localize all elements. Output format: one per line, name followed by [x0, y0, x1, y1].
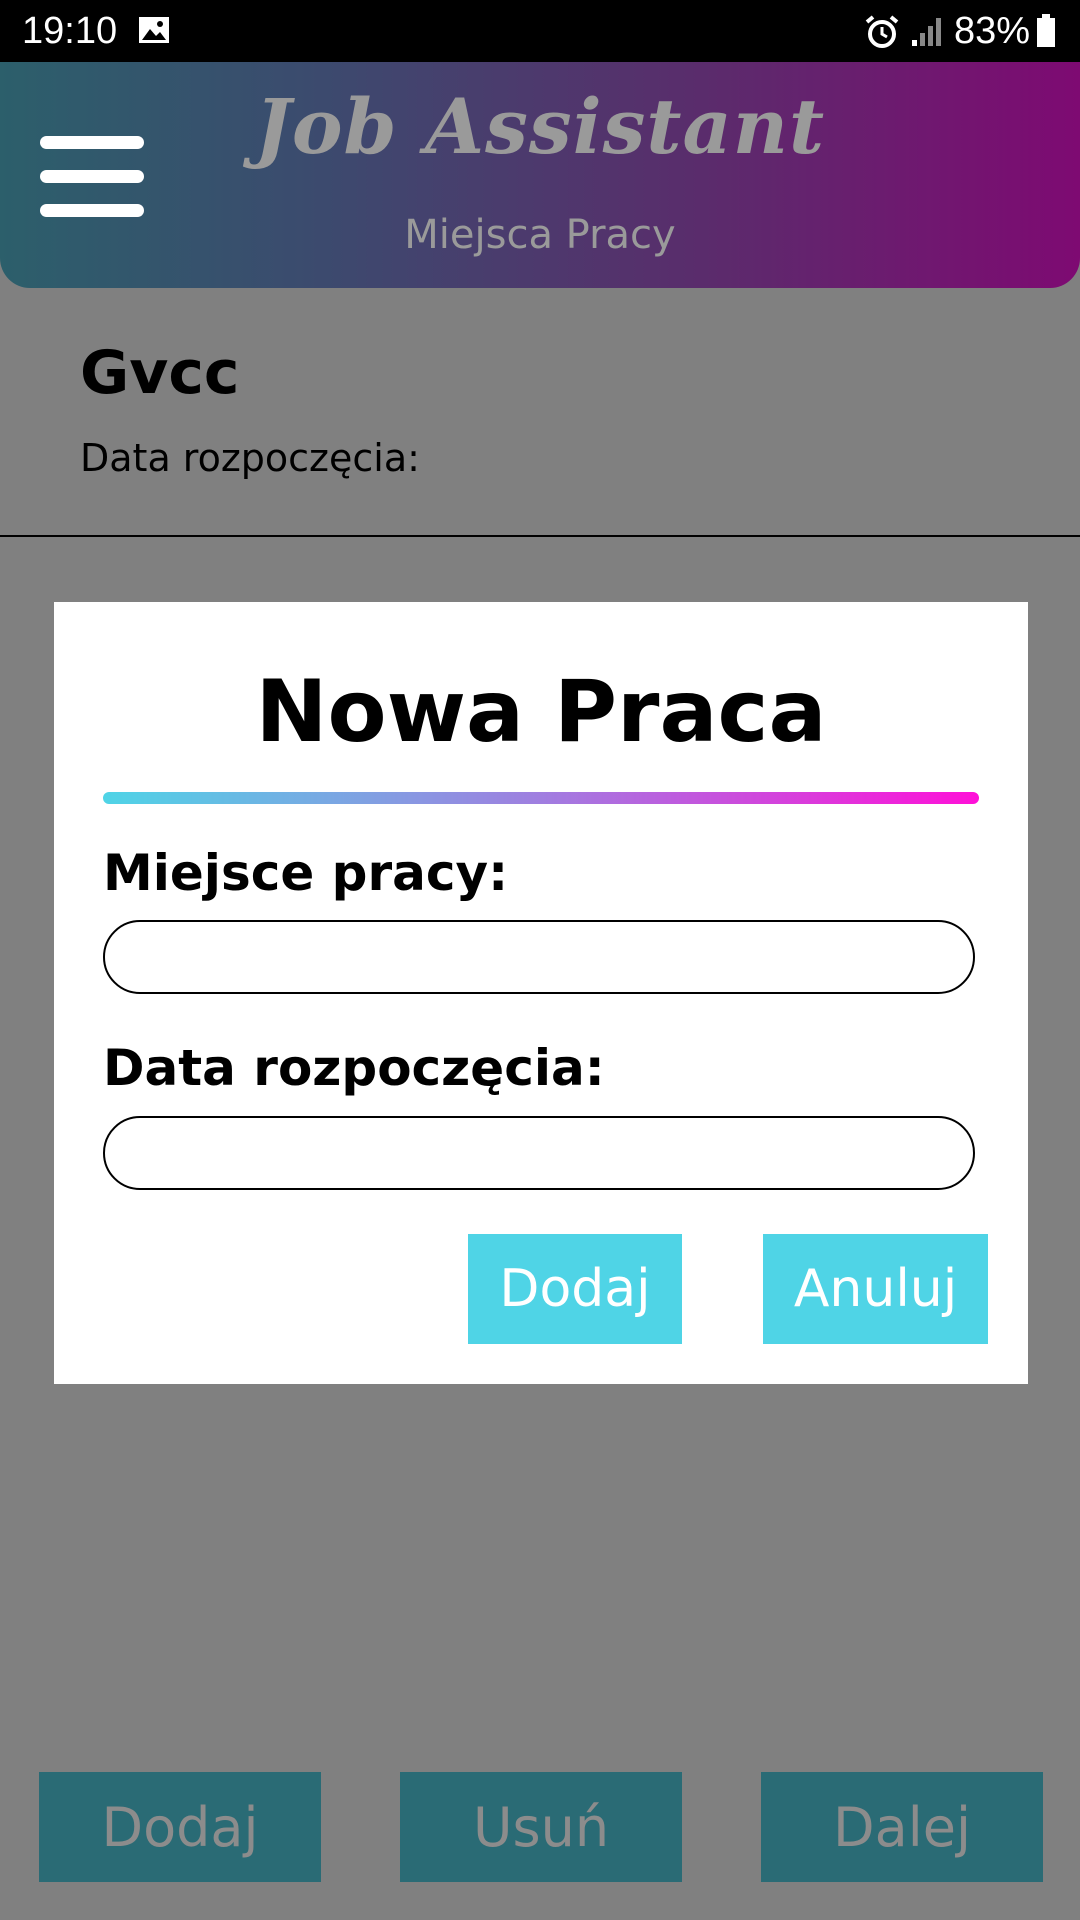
app-header: Job Assistant Miejsca Pracy [0, 62, 1080, 288]
alarm-icon [865, 15, 899, 48]
page-subtitle: Miejsca Pracy [404, 212, 676, 258]
remove-button[interactable]: Usuń [400, 1772, 682, 1882]
app-title: Job Assistant [254, 82, 826, 171]
list-divider [0, 535, 1080, 537]
workplace-label: Miejsce pracy: [103, 844, 509, 902]
dialog-title: Nowa Praca [255, 662, 827, 762]
image-icon [139, 17, 169, 43]
add-button[interactable]: Dodaj [39, 1772, 321, 1882]
start-date-input[interactable] [103, 1116, 975, 1190]
job-start-date-label: Data rozpoczęcia: [80, 436, 420, 480]
status-bar: 19:10 83% [0, 0, 1080, 62]
signal-icon [912, 18, 941, 46]
next-button[interactable]: Dalej [761, 1772, 1043, 1882]
job-name: Gvcc [80, 338, 240, 408]
dialog-cancel-button[interactable]: Anuluj [763, 1234, 988, 1344]
battery-icon [1037, 14, 1055, 47]
start-date-label: Data rozpoczęcia: [103, 1039, 605, 1097]
new-job-dialog: Nowa Praca Miejsce pracy: Data rozpoczęc… [54, 602, 1028, 1384]
workplace-input[interactable] [103, 920, 975, 994]
status-time: 19:10 [22, 10, 118, 52]
dialog-divider [103, 792, 979, 804]
battery-percent: 83% [954, 10, 1031, 52]
dialog-add-button[interactable]: Dodaj [468, 1234, 682, 1344]
